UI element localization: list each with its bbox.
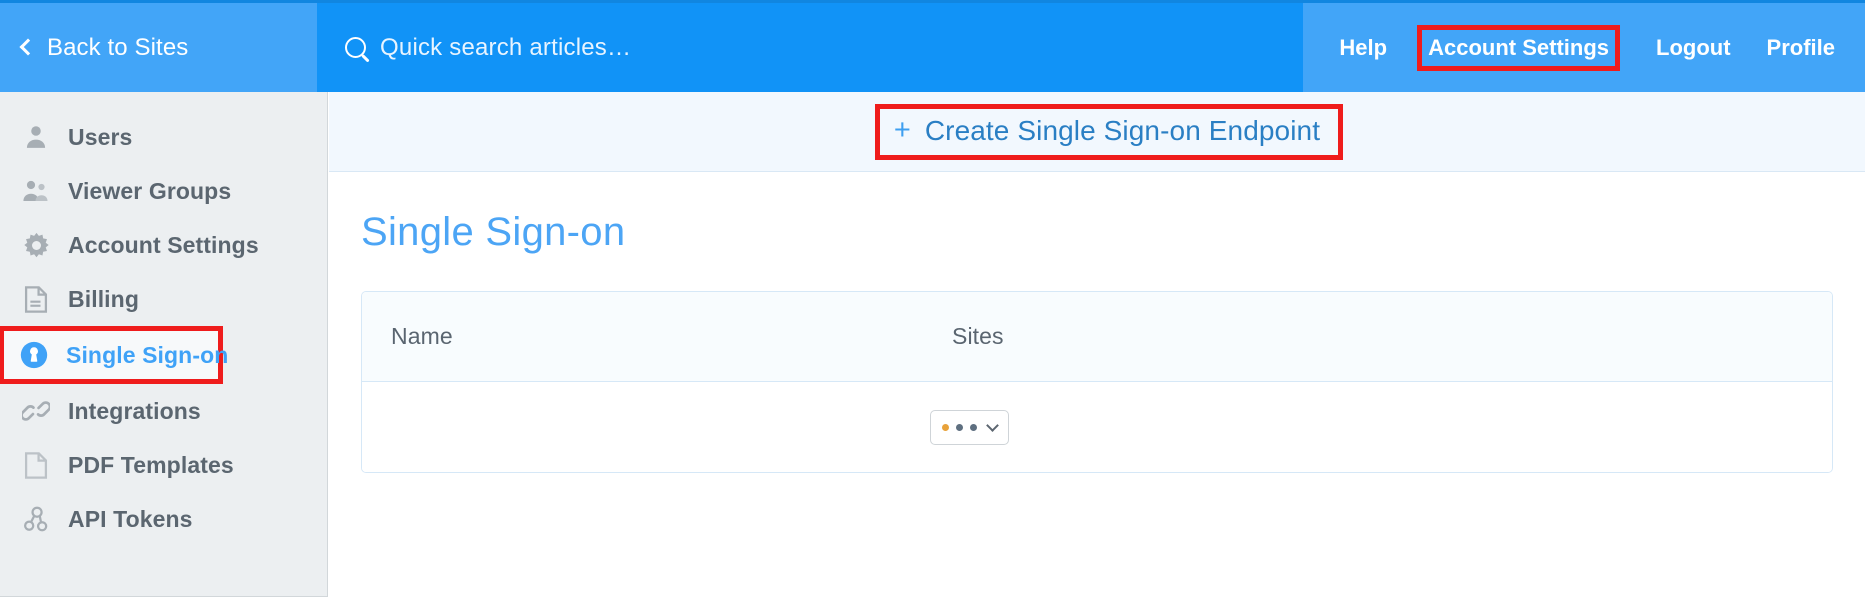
sidebar-item-label: API Tokens <box>68 505 193 532</box>
table-row <box>362 382 1832 472</box>
sidebar-item-billing[interactable]: Billing <box>0 272 327 326</box>
nav-item-help[interactable]: Help <box>1339 30 1387 66</box>
chevron-down-icon <box>986 418 999 432</box>
sidebar-item-viewer-groups[interactable]: Viewer Groups <box>0 164 327 218</box>
plus-icon: + <box>893 114 911 146</box>
sidebar-item-label: Single Sign-on <box>66 341 229 368</box>
single-sign-on-table: Name Sites <box>361 291 1833 473</box>
search-icon <box>345 37 367 58</box>
sidebar-item-label: Integrations <box>68 397 201 424</box>
gear-icon <box>22 231 50 259</box>
search-placeholder: Quick search articles… <box>380 33 632 61</box>
sidebar-item-label: Viewer Groups <box>68 177 232 204</box>
table-header-row: Name Sites <box>362 292 1832 382</box>
sidebar-item-users[interactable]: Users <box>0 110 327 164</box>
topbar-nav: Help Account Settings Logout Profile <box>1303 3 1865 92</box>
document-icon <box>22 285 50 313</box>
quick-search-field[interactable]: Quick search articles… <box>317 3 1304 92</box>
create-single-sign-on-endpoint-button[interactable]: + Create Single Sign-on Endpoint <box>874 103 1344 160</box>
page-icon <box>22 451 50 479</box>
sidebar-item-label: Account Settings <box>68 231 259 258</box>
sidebar-item-single-sign-on[interactable]: Single Sign-on <box>0 326 228 384</box>
sidebar-item-api-tokens[interactable]: API Tokens <box>0 492 327 546</box>
sidebar-item-pdf-templates[interactable]: PDF Templates <box>0 438 327 492</box>
back-to-sites-link[interactable]: Back to Sites <box>19 33 189 62</box>
nav-item-profile[interactable]: Profile <box>1767 30 1835 66</box>
top-bar: Back to Sites Quick search articles… Hel… <box>0 0 1865 92</box>
topbar-left-zone: Back to Sites <box>0 3 318 92</box>
page-title: Single Sign-on <box>361 210 626 254</box>
column-header-name: Name <box>391 323 453 349</box>
content-body: Single Sign-on Name Sites <box>329 172 1865 473</box>
cell-sites <box>930 409 1352 445</box>
chevron-left-icon <box>19 38 37 56</box>
sidebar: Users Viewer Groups Account Settings Bil… <box>0 92 328 597</box>
nav-item-account-settings[interactable]: Account Settings <box>1417 24 1620 71</box>
main-content: + Create Single Sign-on Endpoint Single … <box>329 92 1865 604</box>
sidebar-item-account-settings[interactable]: Account Settings <box>0 218 327 272</box>
sidebar-item-label: Users <box>68 123 133 150</box>
ellipsis-icon <box>942 423 977 431</box>
column-header-sites: Sites <box>952 323 1004 349</box>
keyhole-icon <box>20 341 48 369</box>
sidebar-item-integrations[interactable]: Integrations <box>0 384 327 438</box>
search-wrap: Quick search articles… <box>345 34 631 62</box>
user-icon <box>22 123 50 151</box>
create-toolbar: + Create Single Sign-on Endpoint <box>329 92 1865 172</box>
sidebar-item-label: Billing <box>68 285 139 312</box>
nodes-icon <box>22 505 50 533</box>
sites-dropdown[interactable] <box>930 409 1009 445</box>
users-group-icon <box>22 177 50 205</box>
link-icon <box>22 397 50 425</box>
back-to-sites-label: Back to Sites <box>47 33 189 61</box>
create-button-label: Create Single Sign-on Endpoint <box>924 114 1321 146</box>
sidebar-item-label: PDF Templates <box>68 451 234 478</box>
nav-item-logout[interactable]: Logout <box>1656 30 1731 66</box>
